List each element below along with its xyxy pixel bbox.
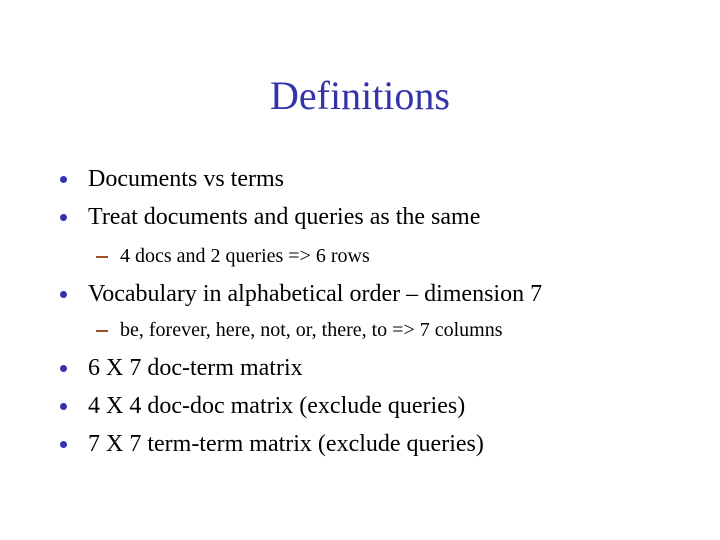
bullet-dot-icon bbox=[60, 214, 67, 221]
slide: Definitions Documents vs terms Treat doc… bbox=[0, 0, 720, 540]
sub-bullet-text: 4 docs and 2 queries => 6 rows bbox=[120, 245, 370, 267]
bullet-text: Vocabulary in alphabetical order – dimen… bbox=[88, 281, 543, 307]
bullet-dot-icon bbox=[60, 403, 67, 410]
bullet-text: 7 X 7 term-term matrix (exclude queries) bbox=[88, 431, 484, 457]
bullet-dot-icon bbox=[60, 176, 67, 183]
bullet-dot-icon bbox=[60, 291, 67, 298]
bullet-text: 4 X 4 doc-doc matrix (exclude queries) bbox=[88, 393, 466, 419]
bullet-text: 6 X 7 doc-term matrix bbox=[88, 355, 303, 381]
sub-bullet-text: be, forever, here, not, or, there, to =>… bbox=[120, 319, 503, 341]
bullet-dot-icon bbox=[60, 365, 67, 372]
bullet-text: Documents vs terms bbox=[88, 166, 284, 192]
bullet-text: Treat documents and queries as the same bbox=[88, 204, 481, 230]
dash-icon bbox=[96, 330, 108, 332]
slide-title: Definitions bbox=[270, 73, 450, 118]
bullet-dot-icon bbox=[60, 441, 67, 448]
dash-icon bbox=[96, 256, 108, 258]
